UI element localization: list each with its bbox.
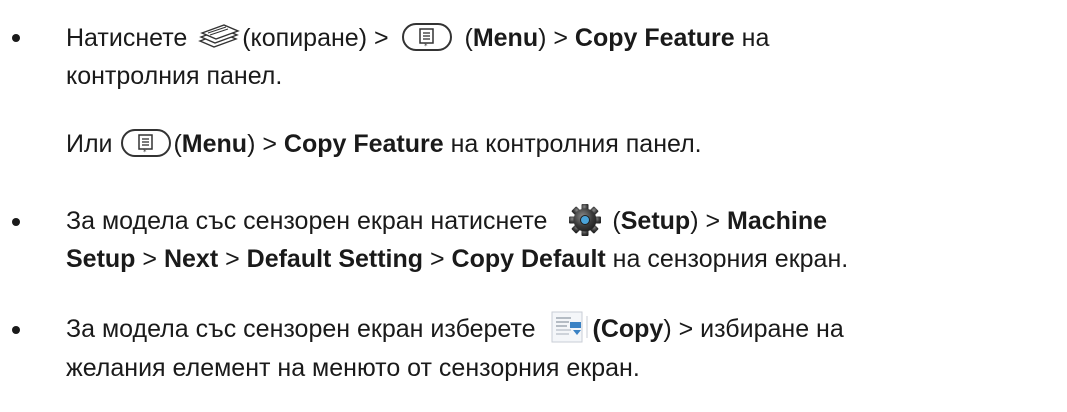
menu-button-icon: * xyxy=(121,129,172,158)
bullet-1 xyxy=(12,34,20,42)
bullet-3-line-1: За модела със сензорен екран изберете (C… xyxy=(66,310,844,346)
copy-document-icon xyxy=(551,310,591,344)
copy-tray-icon xyxy=(196,21,241,49)
bullet-1-alternative: Или * (Menu) > Copy Feature на контролни… xyxy=(66,129,702,158)
bullet-3-line-2: желания елемент на менюто от сензорния е… xyxy=(66,354,640,382)
svg-text:*: * xyxy=(424,42,428,49)
svg-text:*: * xyxy=(143,148,147,155)
bullet-3 xyxy=(12,326,20,334)
gear-icon xyxy=(568,203,602,237)
bullet-1-line-2: контролния панел. xyxy=(66,62,283,90)
bullet-2 xyxy=(12,218,20,226)
bullet-2-line-2: Setup > Next > Default Setting > Copy De… xyxy=(66,245,849,273)
bullet-2-line-1: За модела със сензорен екран натиснете (… xyxy=(66,204,827,238)
bullet-1-line-1: Натиснете (копиране) > * (Menu) > Copy F… xyxy=(66,21,769,55)
menu-button-icon: * xyxy=(401,23,452,52)
